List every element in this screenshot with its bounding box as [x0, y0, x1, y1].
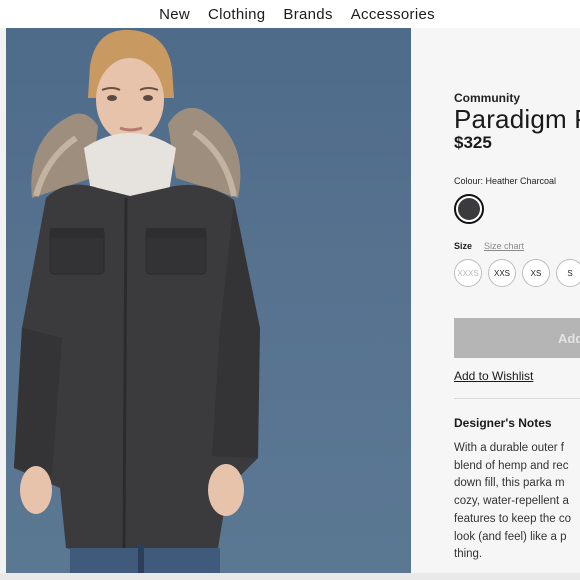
product-photo[interactable]	[6, 28, 411, 573]
product-brand[interactable]: Community	[454, 91, 520, 105]
designers-notes-text: With a durable outer f blend of hemp and…	[454, 440, 580, 564]
colour-label: Colour: Heather Charcoal	[454, 176, 557, 186]
notes-line: thing.	[454, 548, 483, 561]
add-to-wishlist-link[interactable]: Add to Wishlist	[454, 369, 533, 383]
size-label: Size	[454, 241, 473, 251]
top-navigation: New Clothing Brands Accessories	[0, 0, 580, 28]
model-wearing-parka-image	[14, 29, 260, 573]
nav-brands[interactable]: Brands	[283, 6, 332, 23]
designers-notes-heading: Designer's Notes	[454, 416, 552, 430]
swatch-fill	[458, 198, 480, 220]
notes-line: look (and feel) like a p	[454, 530, 567, 543]
add-to-bag-button[interactable]: Add	[454, 318, 580, 358]
size-option-xxs[interactable]: XXS	[488, 259, 516, 287]
product-title: Paradigm P	[454, 104, 580, 134]
product-details-panel: Community Paradigm P $325 Colour: Heathe…	[411, 28, 580, 573]
divider	[454, 398, 580, 399]
size-option-s[interactable]: S	[556, 259, 580, 287]
bottom-edge	[0, 573, 580, 580]
nav-new[interactable]: New	[159, 6, 190, 23]
size-chart-link[interactable]: Size chart	[484, 241, 524, 251]
notes-line: features to keep the co	[454, 512, 571, 525]
notes-line: cozy, water-repellent a	[454, 495, 569, 508]
notes-line: With a durable outer f	[454, 442, 564, 454]
size-option-xxxs[interactable]: XXXS	[454, 259, 482, 287]
product-price: $325	[454, 133, 492, 152]
colour-swatch-heather-charcoal[interactable]	[454, 194, 484, 224]
nav-clothing[interactable]: Clothing	[208, 6, 265, 23]
size-option-xs[interactable]: XS	[522, 259, 550, 287]
notes-line: down fill, this parka m	[454, 477, 565, 490]
size-options: XXXS XXS XS S	[454, 259, 580, 287]
notes-line: blend of hemp and rec	[454, 459, 569, 472]
nav-accessories[interactable]: Accessories	[351, 6, 435, 23]
